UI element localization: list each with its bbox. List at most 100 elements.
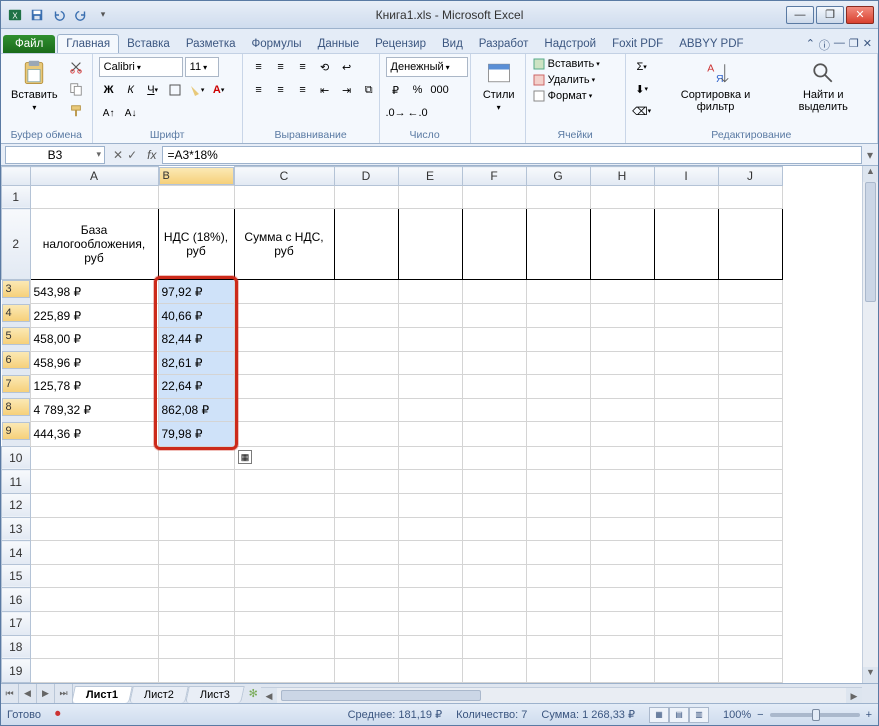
tab-formulas[interactable]: Формулы xyxy=(244,35,310,53)
cell-A13[interactable] xyxy=(30,517,158,541)
cell-E4[interactable] xyxy=(398,304,462,328)
cell-C12[interactable] xyxy=(234,493,334,517)
cell-G18[interactable] xyxy=(526,635,590,659)
shrink-font-icon[interactable]: A↓ xyxy=(121,103,141,123)
row-header-6[interactable]: 6 xyxy=(2,351,30,369)
cell-J5[interactable] xyxy=(718,327,782,351)
col-header-E[interactable]: E xyxy=(398,167,462,186)
cell-I15[interactable] xyxy=(654,564,718,588)
row-header-2[interactable]: 2 xyxy=(2,209,31,280)
cell-F4[interactable] xyxy=(462,304,526,328)
row-header-7[interactable]: 7 xyxy=(2,375,30,393)
scroll-left-icon[interactable]: ◀ xyxy=(261,688,277,703)
insert-button[interactable]: Вставить▾ xyxy=(532,57,600,71)
fill-icon[interactable]: ⬇▾ xyxy=(632,79,652,99)
cell-D5[interactable] xyxy=(334,327,398,351)
cell-C13[interactable] xyxy=(234,517,334,541)
cell-I14[interactable] xyxy=(654,541,718,565)
zoom-level[interactable]: 100% xyxy=(723,709,751,721)
row-header-13[interactable]: 13 xyxy=(2,517,31,541)
cell-A14[interactable] xyxy=(30,541,158,565)
cell-C8[interactable] xyxy=(234,398,334,422)
cell-H5[interactable] xyxy=(590,327,654,351)
cell-D2[interactable] xyxy=(334,209,398,280)
cell-J18[interactable] xyxy=(718,635,782,659)
cell-B15[interactable] xyxy=(158,564,234,588)
cell-I17[interactable] xyxy=(654,612,718,636)
border-button[interactable] xyxy=(165,80,185,100)
cell-H1[interactable] xyxy=(590,185,654,209)
cell-D1[interactable] xyxy=(334,185,398,209)
col-header-F[interactable]: F xyxy=(462,167,526,186)
col-header-A[interactable]: A xyxy=(30,167,158,186)
workbook-min-icon[interactable]: — xyxy=(834,37,845,53)
cell-E17[interactable] xyxy=(398,612,462,636)
cell-F5[interactable] xyxy=(462,327,526,351)
first-sheet-icon[interactable]: ⏮ xyxy=(1,684,19,703)
cell-E16[interactable] xyxy=(398,588,462,612)
row-header-12[interactable]: 12 xyxy=(2,493,31,517)
row-header-19[interactable]: 19 xyxy=(2,659,31,683)
font-size-select[interactable]: 11▾ xyxy=(185,57,219,77)
minimize-button[interactable]: — xyxy=(786,6,814,24)
col-header-J[interactable]: J xyxy=(718,167,782,186)
cell-E11[interactable] xyxy=(398,470,462,494)
cell-D7[interactable] xyxy=(334,375,398,399)
cell-H13[interactable] xyxy=(590,517,654,541)
cell-B8[interactable]: 862,08 ₽ xyxy=(158,398,234,422)
cell-A4[interactable]: 225,89 ₽ xyxy=(30,304,158,328)
increase-decimal-icon[interactable]: .0→ xyxy=(386,103,406,123)
cell-G13[interactable] xyxy=(526,517,590,541)
cell-I2[interactable] xyxy=(654,209,718,280)
cell-I11[interactable] xyxy=(654,470,718,494)
page-break-view-icon[interactable]: ▥ xyxy=(689,707,709,723)
sheet-tab-3[interactable]: Лист3 xyxy=(185,686,245,703)
cell-E3[interactable] xyxy=(398,280,462,304)
cell-E7[interactable] xyxy=(398,375,462,399)
cell-J2[interactable] xyxy=(718,209,782,280)
cell-D16[interactable] xyxy=(334,588,398,612)
row-header-1[interactable]: 1 xyxy=(2,185,31,209)
cell-J6[interactable] xyxy=(718,351,782,375)
cell-G8[interactable] xyxy=(526,398,590,422)
align-right-icon[interactable]: ≡ xyxy=(293,80,313,100)
cell-B7[interactable]: 22,64 ₽ xyxy=(158,375,234,399)
cell-I5[interactable] xyxy=(654,327,718,351)
styles-button[interactable]: Стили ▾ xyxy=(477,57,521,114)
cell-B13[interactable] xyxy=(158,517,234,541)
cell-E2[interactable] xyxy=(398,209,462,280)
fill-color-button[interactable]: ▾ xyxy=(187,80,207,100)
cell-J19[interactable] xyxy=(718,659,782,683)
cell-B3[interactable]: 97,92 ₽ xyxy=(158,280,234,304)
cell-H17[interactable] xyxy=(590,612,654,636)
redo-icon[interactable] xyxy=(71,5,91,25)
merge-icon[interactable]: ⧉ xyxy=(359,80,379,100)
cell-D14[interactable] xyxy=(334,541,398,565)
cell-D12[interactable] xyxy=(334,493,398,517)
sheet-tab-1[interactable]: Лист1 xyxy=(71,686,133,703)
select-all-corner[interactable] xyxy=(2,167,31,186)
cell-E9[interactable] xyxy=(398,422,462,446)
scroll-down-icon[interactable]: ▼ xyxy=(863,667,878,683)
zoom-in-icon[interactable]: + xyxy=(866,709,872,721)
cell-E14[interactable] xyxy=(398,541,462,565)
row-header-9[interactable]: 9 xyxy=(2,422,30,440)
cell-A17[interactable] xyxy=(30,612,158,636)
cell-G1[interactable] xyxy=(526,185,590,209)
ribbon-minimize-icon[interactable]: ⌃ xyxy=(806,37,815,53)
cell-C11[interactable] xyxy=(234,470,334,494)
file-tab[interactable]: Файл xyxy=(3,35,55,53)
cell-I10[interactable] xyxy=(654,446,718,470)
cell-H7[interactable] xyxy=(590,375,654,399)
cell-F19[interactable] xyxy=(462,659,526,683)
cell-C15[interactable] xyxy=(234,564,334,588)
cell-A11[interactable] xyxy=(30,470,158,494)
cell-J4[interactable] xyxy=(718,304,782,328)
cell-B9[interactable]: 79,98 ₽ xyxy=(158,422,234,446)
orientation-icon[interactable]: ⟲ xyxy=(315,57,335,77)
cell-C6[interactable] xyxy=(234,351,334,375)
cell-J13[interactable] xyxy=(718,517,782,541)
cell-I18[interactable] xyxy=(654,635,718,659)
cell-G6[interactable] xyxy=(526,351,590,375)
cell-I13[interactable] xyxy=(654,517,718,541)
